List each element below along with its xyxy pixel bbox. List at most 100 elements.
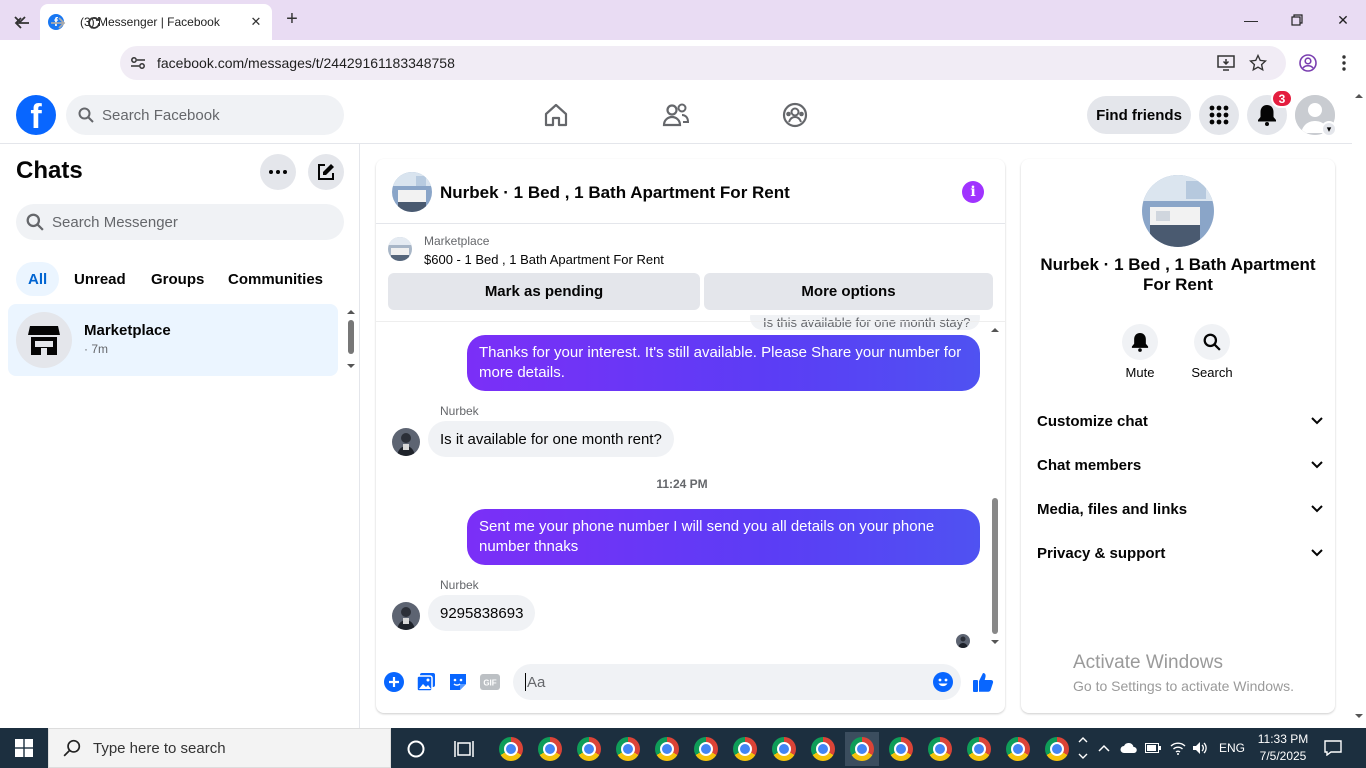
browser-tab-messenger[interactable]: f (3) Messenger | Facebook ✕ (40, 4, 272, 40)
section-label: Privacy & support (1037, 544, 1166, 562)
taskbar-search-input[interactable]: Type here to search (48, 728, 391, 768)
battery-icon[interactable] (1145, 728, 1161, 768)
restore-button[interactable] (1274, 0, 1320, 40)
message-input[interactable]: Aa (513, 664, 961, 700)
bookmark-star-icon[interactable] (1244, 49, 1272, 77)
customize-chat-row[interactable]: Customize chat (1037, 409, 1323, 433)
chrome-taskbar-icon[interactable] (572, 732, 606, 766)
task-view-icon[interactable] (447, 732, 481, 766)
marketplace-label: Marketplace (424, 234, 490, 248)
chrome-taskbar-icon[interactable] (884, 732, 918, 766)
chrome-taskbar-icon[interactable] (962, 732, 996, 766)
chat-members-row[interactable]: Chat members (1037, 453, 1323, 477)
forward-button[interactable] (44, 9, 72, 37)
onedrive-icon[interactable] (1120, 728, 1138, 768)
filter-communities[interactable]: Communities (216, 262, 335, 296)
search-icon (78, 107, 94, 123)
facebook-logo[interactable]: f (16, 95, 56, 135)
show-hidden-icons-icon[interactable] (1098, 728, 1110, 768)
filter-unread[interactable]: Unread (62, 262, 138, 296)
filter-all[interactable]: All (16, 262, 60, 296)
outgoing-message[interactable]: Sent me your phone number I will send yo… (467, 509, 980, 565)
gif-icon[interactable]: GIF (479, 671, 501, 693)
chats-title: Chats (16, 157, 83, 184)
chrome-taskbar-icon[interactable] (1040, 732, 1074, 766)
search-icon (63, 739, 81, 757)
thumbs-up-icon[interactable] (971, 671, 995, 693)
close-window-button[interactable]: ✕ (1320, 0, 1366, 40)
menu-grid-button[interactable] (1199, 95, 1239, 135)
nurbek-avatar[interactable] (392, 428, 420, 456)
browser-menu-icon[interactable] (1330, 49, 1358, 77)
start-button[interactable] (0, 728, 48, 768)
volume-icon[interactable] (1192, 728, 1208, 768)
messenger-search-input[interactable]: Search Messenger (16, 204, 344, 240)
listing-avatar-large[interactable] (1142, 175, 1214, 247)
taskbar-search-placeholder: Type here to search (93, 739, 226, 757)
text-caret (525, 673, 526, 691)
taskbar-scroll-arrows[interactable] (1076, 728, 1090, 768)
chrome-taskbar-icon[interactable] (689, 732, 723, 766)
find-friends-button[interactable]: Find friends (1087, 96, 1191, 134)
cortana-icon[interactable] (399, 732, 433, 766)
incoming-message[interactable]: Is it available for one month rent? (428, 421, 674, 457)
back-button[interactable] (8, 9, 36, 37)
incoming-message[interactable]: 9295838693 (428, 595, 536, 631)
chrome-taskbar-icon[interactable] (923, 732, 957, 766)
mark-as-pending-button[interactable]: Mark as pending (388, 273, 700, 310)
outgoing-message[interactable]: Thanks for your interest. It's still ava… (467, 335, 980, 391)
groups-nav-icon[interactable] (778, 98, 812, 132)
chrome-taskbar-icon[interactable] (728, 732, 762, 766)
install-app-icon[interactable] (1212, 49, 1240, 77)
conversation-info-icon[interactable]: i (962, 181, 984, 203)
profile-icon[interactable] (1294, 49, 1322, 77)
search-in-conversation-button[interactable] (1194, 324, 1230, 360)
taskbar-clock[interactable]: 11:33 PM 7/5/2025 (1254, 731, 1312, 765)
emoji-icon[interactable] (932, 671, 954, 693)
chrome-taskbar-icon-active[interactable] (845, 732, 879, 766)
chrome-taskbar-icon[interactable] (494, 732, 528, 766)
listing-thumbnail[interactable] (388, 237, 412, 261)
close-tab-icon[interactable]: ✕ (248, 14, 264, 30)
chrome-taskbar-icon[interactable] (806, 732, 840, 766)
new-tab-button[interactable]: + (280, 8, 304, 32)
grid-icon (1209, 105, 1229, 125)
page-scrollbar[interactable] (1352, 86, 1366, 728)
friends-nav-icon[interactable] (659, 98, 693, 132)
nurbek-avatar[interactable] (392, 602, 420, 630)
chrome-taskbar-icon[interactable] (533, 732, 567, 766)
sender-name: Nurbek (440, 578, 479, 592)
site-info-icon[interactable] (128, 53, 148, 73)
more-actions-icon[interactable] (383, 671, 405, 693)
action-center-icon[interactable] (1324, 728, 1342, 768)
chrome-taskbar-icon[interactable] (611, 732, 645, 766)
conversation-scrollbar[interactable] (988, 322, 1002, 650)
chat-list-scrollbar[interactable] (344, 306, 358, 374)
filter-groups[interactable]: Groups (139, 262, 216, 296)
sticker-icon[interactable] (447, 671, 469, 693)
storefront-icon (28, 326, 60, 355)
reload-button[interactable] (80, 9, 108, 37)
minimize-button[interactable]: — (1228, 0, 1274, 40)
forward-arrow-icon (51, 17, 66, 29)
chrome-taskbar-icon[interactable] (1001, 732, 1035, 766)
listing-title[interactable]: $600 - 1 Bed , 1 Bath Apartment For Rent (424, 252, 664, 267)
attach-image-icon[interactable] (415, 671, 437, 693)
language-indicator[interactable]: ENG (1219, 728, 1245, 768)
home-nav-icon[interactable] (539, 98, 573, 132)
more-options-button[interactable]: More options (704, 273, 993, 310)
privacy-support-row[interactable]: Privacy & support (1037, 541, 1323, 565)
watermark-line1: Activate Windows (1073, 652, 1223, 673)
search-placeholder: Search Facebook (102, 106, 220, 124)
facebook-search-input[interactable]: Search Facebook (66, 95, 344, 135)
chat-options-button[interactable] (260, 154, 296, 190)
mute-button[interactable] (1122, 324, 1158, 360)
wifi-icon[interactable] (1170, 728, 1186, 768)
chrome-taskbar-icon[interactable] (650, 732, 684, 766)
new-message-button[interactable] (308, 154, 344, 190)
media-files-links-row[interactable]: Media, files and links (1037, 497, 1323, 521)
conversation-avatar[interactable] (392, 172, 432, 212)
chrome-taskbar-icon[interactable] (767, 732, 801, 766)
chevron-down-icon[interactable]: ▾ (1321, 121, 1337, 137)
conversation-title[interactable]: Nurbek · 1 Bed , 1 Bath Apartment For Re… (440, 183, 790, 203)
